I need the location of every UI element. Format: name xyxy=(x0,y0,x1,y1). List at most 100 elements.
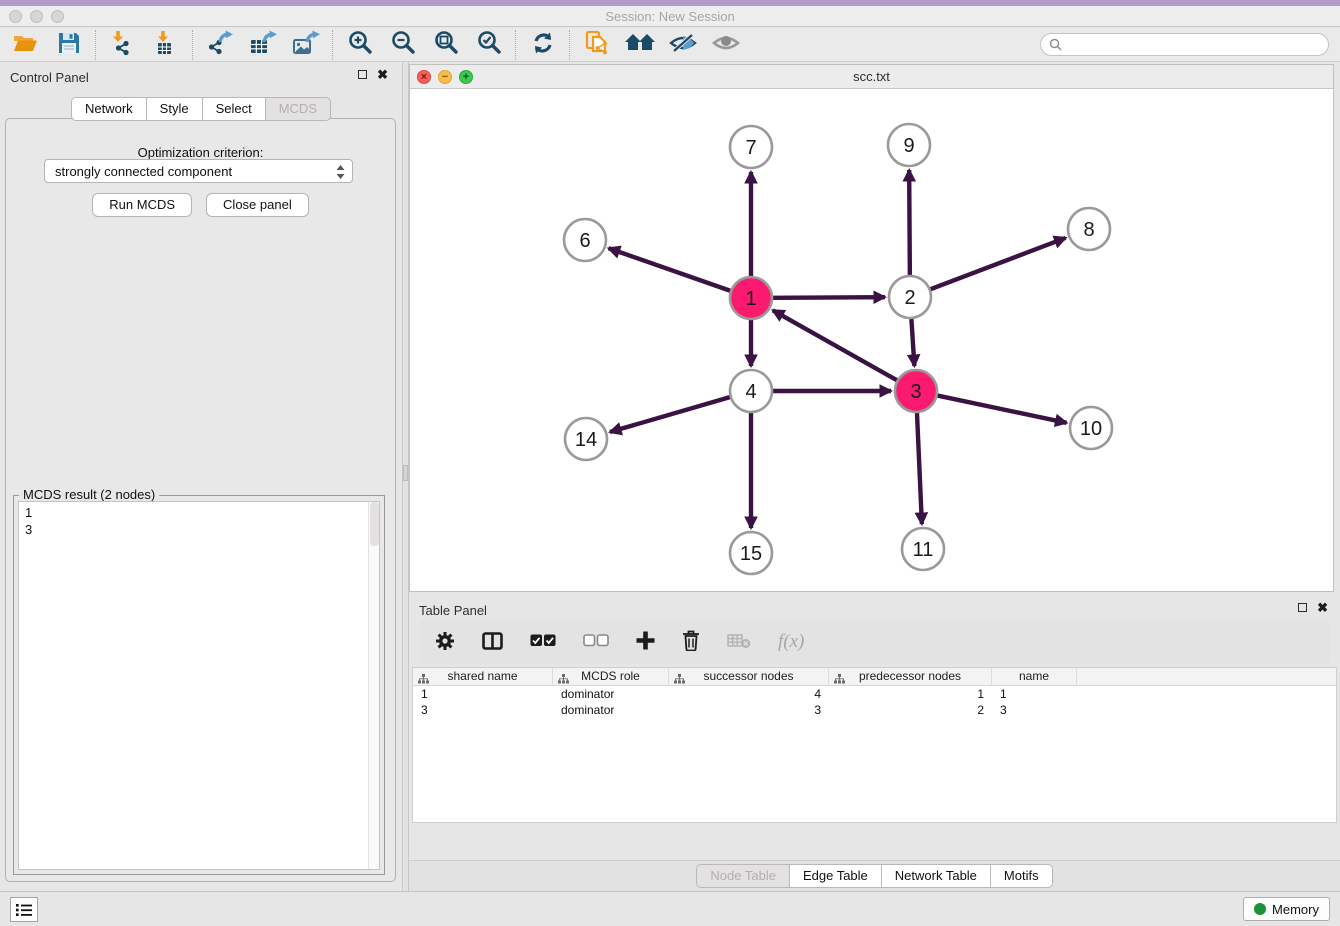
export-table-button[interactable] xyxy=(241,29,284,61)
table-header-row: shared nameMCDS rolesuccessor nodesprede… xyxy=(413,668,1336,686)
column-header-predecessor-nodes[interactable]: predecessor nodes xyxy=(829,668,992,685)
hide-details-button[interactable] xyxy=(661,29,704,61)
delete-table-icon xyxy=(727,633,751,652)
sort-hierarchy-icon xyxy=(418,672,429,689)
cell-name[interactable]: 1 xyxy=(992,686,1077,702)
cell-shared-name[interactable]: 3 xyxy=(413,702,553,718)
export-network-button[interactable] xyxy=(198,29,241,61)
deselect-all-columns-icon xyxy=(583,634,609,650)
memory-button[interactable]: Memory xyxy=(1243,897,1330,921)
first-neighbors-button[interactable] xyxy=(618,29,661,61)
column-header-name[interactable]: name xyxy=(992,668,1077,685)
cell-name[interactable]: 3 xyxy=(992,702,1077,718)
toolbar-separator xyxy=(332,30,333,60)
edge-2-3[interactable] xyxy=(911,319,914,366)
open-session-button[interactable] xyxy=(4,29,47,61)
zoom-selected-button[interactable] xyxy=(467,29,510,61)
close-panel-button[interactable]: Close panel xyxy=(206,193,309,217)
network-canvas[interactable]: 7968124314101511 xyxy=(410,90,1333,591)
sort-hierarchy-icon xyxy=(558,672,569,689)
control-panel: Control Panel ✖ NetworkStyleSelectMCDS O… xyxy=(0,62,402,891)
node-label-2: 2 xyxy=(904,287,915,309)
node-label-10: 10 xyxy=(1080,418,1102,440)
import-network-button[interactable] xyxy=(101,29,144,61)
share-document-button[interactable] xyxy=(575,29,618,61)
cell-predecessor-nodes[interactable]: 2 xyxy=(829,702,992,718)
edge-2-9[interactable] xyxy=(909,170,910,275)
mcds-panel: Optimization criterion: strongly connect… xyxy=(5,118,396,882)
sort-hierarchy-icon xyxy=(834,672,845,689)
zoom-selected-icon xyxy=(475,29,503,60)
save-session-button[interactable] xyxy=(47,29,90,61)
tab-style[interactable]: Style xyxy=(147,97,203,121)
export-image-button[interactable] xyxy=(284,29,327,61)
cell-successor-nodes[interactable]: 4 xyxy=(669,686,829,702)
select-all-columns-button[interactable] xyxy=(530,627,556,657)
zoom-fit-icon xyxy=(432,29,460,60)
close-panel-icon[interactable]: ✖ xyxy=(377,70,388,79)
tab-motifs[interactable]: Motifs xyxy=(991,864,1053,888)
edge-1-2[interactable] xyxy=(773,297,885,298)
vertical-splitter[interactable] xyxy=(402,62,409,891)
control-panel-header: Control Panel ✖ xyxy=(0,62,402,90)
node-label-4: 4 xyxy=(745,381,756,403)
float-table-panel-icon[interactable] xyxy=(1298,603,1307,612)
column-header-MCDS-role[interactable]: MCDS role xyxy=(553,668,669,685)
splitter-grip[interactable] xyxy=(403,465,408,481)
zoom-fit-button[interactable] xyxy=(424,29,467,61)
node-table[interactable]: shared nameMCDS rolesuccessor nodesprede… xyxy=(412,667,1337,823)
result-scrollbar[interactable] xyxy=(368,502,379,869)
tab-network[interactable]: Network xyxy=(71,97,147,121)
column-header-successor-nodes[interactable]: successor nodes xyxy=(669,668,829,685)
table-settings-icon xyxy=(435,631,455,654)
save-session-icon xyxy=(56,30,82,59)
deselect-all-columns-button[interactable] xyxy=(583,627,609,657)
table-settings-button[interactable] xyxy=(435,627,455,657)
criterion-select[interactable]: strongly connected component xyxy=(44,159,353,183)
search-input[interactable] xyxy=(1067,38,1328,52)
cell-successor-nodes[interactable]: 3 xyxy=(669,702,829,718)
tab-mcds[interactable]: MCDS xyxy=(266,97,331,121)
create-column-icon xyxy=(636,631,655,653)
mcds-result-list[interactable]: 1 3 xyxy=(18,501,380,870)
table-panel-title: Table Panel xyxy=(419,603,487,618)
node-label-8: 8 xyxy=(1083,219,1094,241)
cell-MCDS-role[interactable]: dominator xyxy=(553,686,669,702)
toggle-column-view-button[interactable] xyxy=(482,627,503,657)
toolbar-separator xyxy=(515,30,516,60)
network-window-titlebar[interactable]: × − + scc.txt xyxy=(410,65,1333,89)
edge-4-14[interactable] xyxy=(610,397,730,432)
edge-1-6[interactable] xyxy=(609,248,731,290)
search-box[interactable] xyxy=(1040,33,1329,56)
zoom-out-icon xyxy=(389,29,417,60)
network-graph[interactable]: 7968124314101511 xyxy=(410,90,1333,592)
edge-2-8[interactable] xyxy=(931,238,1066,289)
show-details-button[interactable] xyxy=(704,29,747,61)
zoom-out-button[interactable] xyxy=(381,29,424,61)
network-view-title: scc.txt xyxy=(410,69,1333,84)
edge-3-10[interactable] xyxy=(938,396,1067,423)
cell-MCDS-role[interactable]: dominator xyxy=(553,702,669,718)
tab-network-table[interactable]: Network Table xyxy=(882,864,991,888)
column-header-shared-name[interactable]: shared name xyxy=(413,668,553,685)
edge-3-1[interactable] xyxy=(773,310,897,380)
app-title: Session: New Session xyxy=(0,9,1340,24)
open-session-icon xyxy=(12,29,40,60)
delete-columns-button[interactable] xyxy=(682,627,700,657)
run-mcds-button[interactable]: Run MCDS xyxy=(92,193,192,217)
table-row[interactable]: 3dominator323 xyxy=(413,702,1336,718)
cell-shared-name[interactable]: 1 xyxy=(413,686,553,702)
close-table-panel-icon[interactable]: ✖ xyxy=(1317,603,1328,612)
create-column-button[interactable] xyxy=(636,627,655,657)
tab-node-table[interactable]: Node Table xyxy=(696,864,790,888)
tab-select[interactable]: Select xyxy=(203,97,266,121)
cell-predecessor-nodes[interactable]: 1 xyxy=(829,686,992,702)
tab-edge-table[interactable]: Edge Table xyxy=(790,864,882,888)
float-panel-icon[interactable] xyxy=(358,70,367,79)
zoom-in-button[interactable] xyxy=(338,29,381,61)
task-history-button[interactable] xyxy=(10,897,38,922)
edge-3-11[interactable] xyxy=(917,413,922,524)
import-table-button[interactable] xyxy=(144,29,187,61)
table-row[interactable]: 1dominator411 xyxy=(413,686,1336,702)
refresh-view-button[interactable] xyxy=(521,29,564,61)
